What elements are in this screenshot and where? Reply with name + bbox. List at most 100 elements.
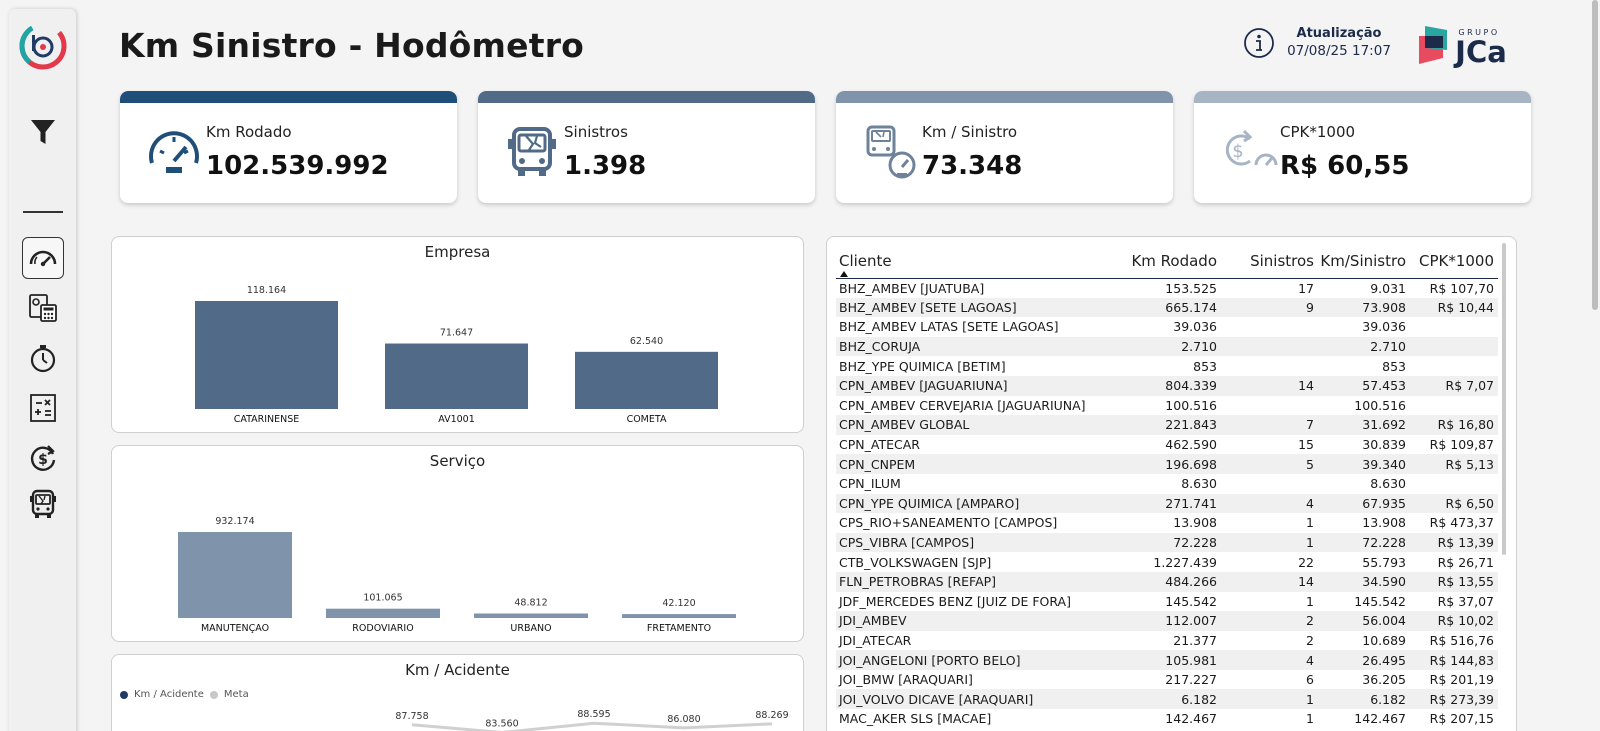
cell-km-rodado: 145.542 — [1165, 593, 1217, 609]
table-row[interactable]: CPN_ILUM 8.630 8.630 — [836, 474, 1498, 494]
cell-km-rodado: 484.266 — [1121, 571, 1221, 592]
cell-sinistros: 9 — [1221, 297, 1318, 318]
table-row[interactable]: CPN_AMBEV GLOBAL 221.843 7 31.692 R$ 16,80 — [836, 415, 1498, 435]
cell-sinistros: 14 — [1221, 571, 1318, 592]
table-row[interactable]: BHZ_AMBEV [JUATUBA] 153.525 17 9.031 R$ 107,… — [836, 278, 1498, 298]
cell-cpk: R$ 107,70 — [1429, 280, 1494, 296]
math-icon — [30, 394, 56, 422]
cell-km-sinistro: 31.692 — [1318, 415, 1410, 435]
kpi-value: R$ 60,55 — [1280, 151, 1410, 181]
bus-crash-icon — [508, 127, 556, 176]
table-row[interactable]: BHZ_YPE QUIMICA [BETIM] 853 853 — [836, 356, 1498, 376]
page-scrollbar[interactable] — [1592, 0, 1598, 310]
cell-sinistros: 5 — [1221, 454, 1318, 474]
info-icon[interactable] — [1243, 27, 1275, 59]
cell-km-rodado: 72.228 — [1121, 532, 1221, 553]
table-row[interactable]: JOI_ANGELONI [PORTO BELO] 105.981 4 26.495 R… — [836, 650, 1498, 670]
cell-sinistros — [1221, 474, 1318, 494]
category-label: MANUTENÇAO — [201, 623, 269, 634]
category-label: CATARINENSE — [234, 414, 300, 425]
cell-km-sinistro: 67.935 — [1318, 493, 1410, 514]
cell-cpk: R$ 207,15 — [1429, 711, 1494, 727]
column-header-cpk[interactable]: CPK*1000 — [1410, 245, 1498, 279]
table-row[interactable]: JDF_MERCEDES BENZ [JUIZ DE FORA] 145.542 1… — [836, 592, 1498, 612]
sidebar-item-cost[interactable]: $ — [22, 437, 64, 479]
cell-cpk: R$ 5,13 — [1410, 454, 1498, 474]
bar[interactable] — [575, 351, 718, 409]
bar[interactable] — [474, 613, 588, 618]
column-header-cliente[interactable]: Cliente — [836, 245, 1121, 279]
table-row[interactable]: FLN_PETROBRAS [REFAP] 484.266 14 34.590 R$ 1… — [836, 571, 1498, 592]
sidebar-item-math[interactable] — [22, 387, 64, 429]
cell-cpk — [1410, 317, 1498, 337]
table-row[interactable]: BHZ_AMBEV LATAS [SETE LAGOAS] 39.036 39.03… — [836, 317, 1498, 337]
table-row[interactable]: CPN_ATECAR 462.590 15 30.839 R$ 109,87 — [836, 435, 1498, 455]
table-row[interactable]: CPN_AMBEV CERVEJARIA [JAGUARIUNA] 100.516… — [836, 396, 1498, 416]
cell-sinistros — [1221, 396, 1318, 416]
cell-cliente: JOI_VOLVO DICAVE [ARAQUARI] — [836, 689, 1121, 710]
cell-sinistros: 1 — [1306, 711, 1314, 727]
sidebar-item-bus[interactable] — [22, 483, 64, 525]
update-value: 07/08/25 17:07 — [1287, 43, 1391, 59]
sidebar-item-report[interactable] — [22, 287, 64, 329]
cell-cpk — [1410, 474, 1498, 494]
cell-km-sinistro: 6.182 — [1318, 689, 1410, 710]
table-row[interactable]: JDI_AMBEV 112.007 2 56.004 R$ 10,02 — [836, 611, 1498, 631]
table-row[interactable]: CPN_CNPEM 196.698 5 39.340 R$ 5,13 — [836, 454, 1498, 474]
sidebar-item-dashboard[interactable] — [22, 237, 64, 279]
table-row[interactable]: CPS_RIO+SANEAMENTO [CAMPOS] 13.908 1 13.908… — [836, 513, 1498, 533]
filter-icon[interactable] — [29, 117, 57, 147]
cell-km-rodado: 8.630 — [1181, 476, 1217, 492]
table-row[interactable]: MAC_AKER SLS [MACAE] 142.467 1 142.467 R$ 20… — [836, 709, 1498, 729]
table-row[interactable]: BHZ_AMBEV [SETE LAGOAS] 665.174 9 73.908 R$ … — [836, 297, 1498, 318]
bus-icon — [30, 489, 56, 518]
bar[interactable] — [385, 343, 528, 409]
table-scrollbar[interactable] — [1502, 243, 1506, 555]
data-label: 83.560 — [485, 718, 518, 729]
cell-sinistros: 1 — [1221, 532, 1318, 553]
dollar-refresh-icon: $ — [30, 445, 56, 471]
table-row[interactable]: JDI_ATECAR 21.377 2 10.689 R$ 516,76 — [836, 631, 1498, 651]
cell-cliente: BHZ_AMBEV [JUATUBA] — [839, 280, 985, 296]
category-label: FRETAMENTO — [647, 623, 711, 634]
cell-sinistros: 1 — [1306, 515, 1314, 531]
cell-km-sinistro: 39.036 — [1362, 319, 1406, 335]
cell-cpk: R$ 13,55 — [1410, 571, 1498, 592]
cell-cpk — [1410, 336, 1498, 357]
table-row[interactable]: CPN_AMBEV [JAGUARIUNA] 804.339 14 57.453 R$ … — [836, 375, 1498, 396]
cell-km-rodado: 21.377 — [1173, 632, 1217, 648]
table-row[interactable]: JOI_VOLVO DICAVE [ARAQUARI] 6.182 1 6.182 R$… — [836, 689, 1498, 710]
cell-cliente: FLN_PETROBRAS [REFAP] — [836, 571, 1121, 592]
cell-cliente: JOI_ANGELONI [PORTO BELO] — [836, 650, 1121, 670]
table-row[interactable]: CPS_VIBRA [CAMPOS] 72.228 1 72.228 R$ 13,39 — [836, 532, 1498, 553]
column-header-km-sinistro[interactable]: Km/Sinistro — [1318, 245, 1410, 279]
cell-km-rodado: 39.036 — [1173, 319, 1217, 335]
kpi-label: CPK*1000 — [1280, 123, 1356, 141]
bar[interactable] — [326, 608, 440, 618]
table-row[interactable]: JOI_BMW [ARAQUARI] 217.227 6 36.205 R$ 201,1… — [836, 670, 1498, 690]
cell-km-rodado: 2.710 — [1121, 336, 1221, 357]
bar[interactable] — [195, 301, 338, 409]
series-line[interactable] — [411, 721, 773, 731]
cell-cpk — [1410, 396, 1498, 416]
app-logo-icon[interactable] — [18, 21, 68, 71]
table-row[interactable]: CPN_YPE QUIMICA [AMPARO] 271.741 4 67.935 R$… — [836, 493, 1498, 514]
bar[interactable] — [178, 532, 292, 618]
cell-km-rodado: 665.174 — [1121, 297, 1221, 318]
brand-name: JCa — [1453, 35, 1507, 68]
table-row[interactable]: BHZ_CORUJA 2.710 2.710 — [836, 336, 1498, 357]
cell-cpk: R$ 13,39 — [1410, 532, 1498, 553]
sidebar-item-timer[interactable] — [22, 337, 64, 379]
table-row[interactable]: CTB_VOLKSWAGEN [SJP] 1.227.439 22 55.793 R$ … — [836, 552, 1498, 572]
bar[interactable] — [622, 614, 736, 618]
kpi-label: Km / Sinistro — [922, 123, 1018, 141]
table-header-row: Cliente Km Rodado Sinistros Km/Sinistro … — [836, 245, 1498, 279]
data-label: 87.758 — [395, 711, 428, 722]
column-header-km-rodado[interactable]: Km Rodado — [1121, 245, 1221, 279]
data-label: 62.540 — [630, 336, 663, 347]
cell-cliente: BHZ_AMBEV LATAS [SETE LAGOAS] — [839, 319, 1059, 335]
column-header-sinistros[interactable]: Sinistros — [1221, 245, 1318, 279]
data-label: 118.164 — [247, 285, 286, 296]
chart-km-acidente: Km / Acidente Km / Acidente Meta 87.758 8… — [111, 654, 804, 731]
kpi-label: Sinistros — [564, 123, 628, 141]
